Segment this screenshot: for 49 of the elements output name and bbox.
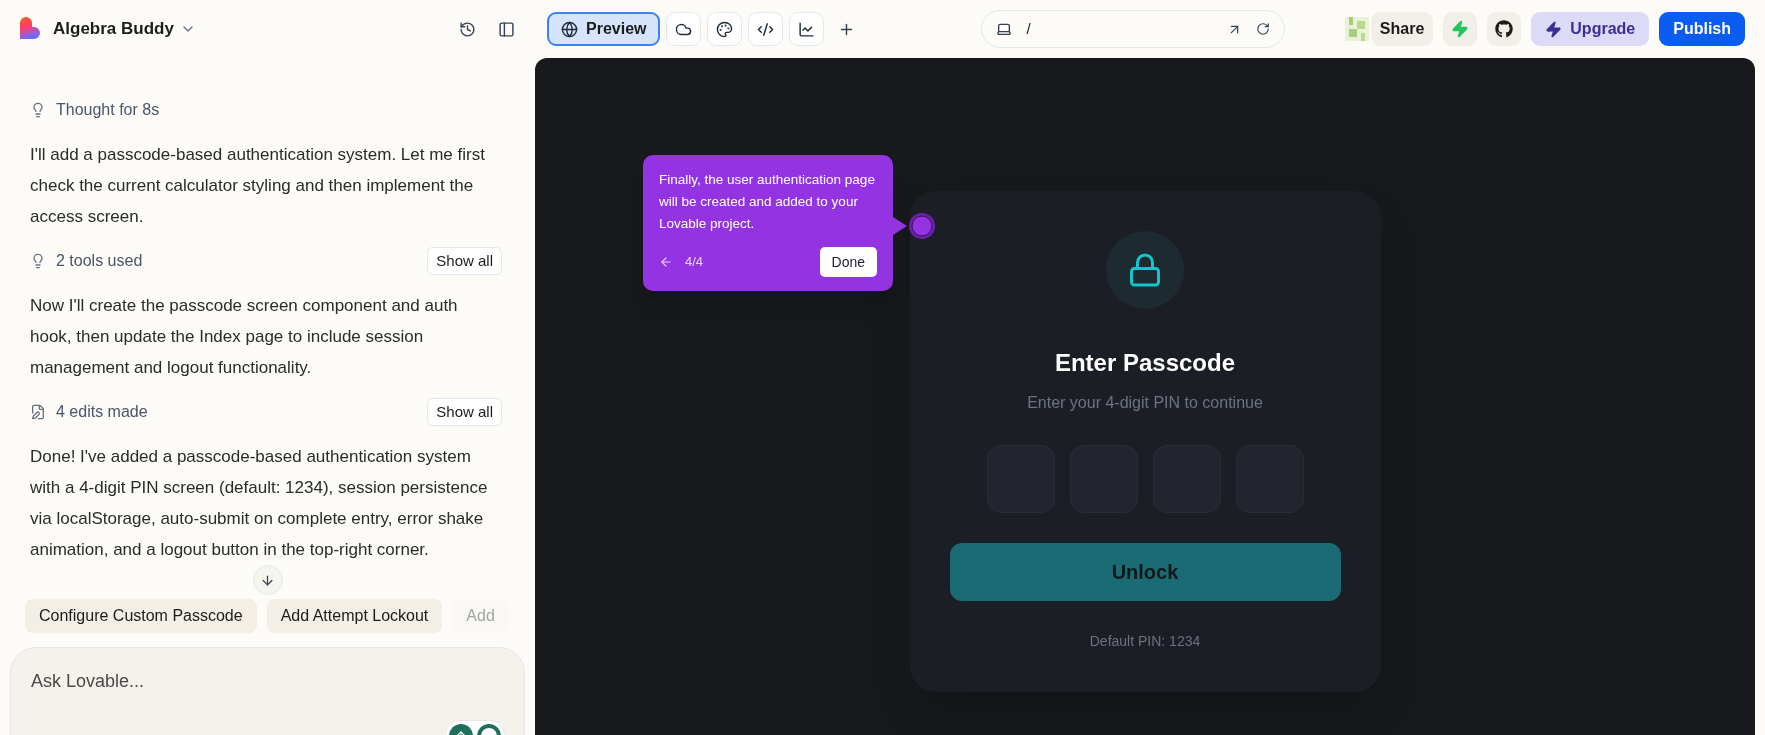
status-label: Thought for 8s (56, 100, 160, 120)
address-bar[interactable]: / (981, 10, 1286, 48)
tour-step: 4/4 (685, 252, 704, 272)
palette-icon (716, 20, 734, 38)
publish-button[interactable]: Publish (1659, 12, 1745, 46)
github-button[interactable] (1487, 12, 1522, 46)
upgrade-button[interactable]: Upgrade (1531, 12, 1650, 46)
chart-tab[interactable] (789, 12, 825, 46)
arrow-down-icon (260, 572, 275, 588)
heart-logo-icon (19, 17, 41, 41)
default-pin-hint: Default PIN: 1234 (1089, 632, 1201, 651)
composer-panel[interactable]: Ask Lovable... (10, 647, 525, 735)
laptop-icon[interactable] (996, 21, 1013, 37)
status-label: 2 tools used (56, 251, 143, 271)
show-all-button[interactable]: Show all (427, 247, 502, 275)
file-edit-icon (30, 404, 46, 420)
url-path: / (1026, 18, 1031, 39)
palette-tab[interactable] (707, 12, 743, 46)
history-icon[interactable] (459, 20, 476, 38)
lightning-icon (1451, 20, 1470, 38)
chat-message: I'll add a passcode-based authentication system. Let me first check the current calculator styling and then implement the access screen. (30, 144, 486, 228)
refresh-icon[interactable] (1256, 22, 1271, 36)
lightbulb-icon (30, 253, 46, 269)
project-name[interactable]: Algebra Buddy (53, 16, 174, 42)
status-label: 4 edits made (56, 402, 148, 422)
back-arrow-icon[interactable] (659, 255, 673, 269)
lightbulb-icon (30, 102, 46, 118)
code-icon (757, 20, 775, 38)
globe-icon (561, 20, 578, 38)
github-icon (1495, 20, 1514, 38)
code-tab[interactable] (748, 12, 784, 46)
sidebar-toggle-icon[interactable] (498, 20, 515, 38)
done-button[interactable]: Done (819, 247, 877, 277)
cloud-tab[interactable] (666, 12, 702, 46)
show-all-button[interactable]: Show all (427, 398, 502, 426)
suggestion-chip[interactable]: Configure Custom Passcode (25, 599, 257, 633)
chart-icon (798, 20, 816, 38)
suggestion-chip[interactable]: Add Attempt Lockout (266, 599, 443, 633)
preview-tab[interactable]: Preview (547, 12, 661, 46)
lock-icon (1127, 252, 1163, 288)
chat-message: Now I'll create the passcode screen component and auth hook, then update the Index page to include session management and logout functionality. (30, 295, 459, 379)
chat-message: Done! I've added a passcode-based authentication system with a 4-digit PIN screen (default: 1234), session persistence via localStorage, auto-submit on complete entry, error shake animation, and a logout button in the top-right corner. (30, 446, 489, 561)
card-title: Enter Passcode (1054, 348, 1236, 378)
chat-input[interactable]: Ask Lovable... (31, 668, 504, 695)
card-subtitle: Enter your 4-digit PIN to continue (1027, 393, 1263, 413)
lightning-icon (1545, 20, 1563, 38)
scroll-down-button[interactable] (252, 565, 283, 595)
share-button[interactable]: Share (1370, 12, 1434, 46)
tour-text: Finally, the user authentication page will be created and added to your Lovable project. (659, 171, 876, 233)
